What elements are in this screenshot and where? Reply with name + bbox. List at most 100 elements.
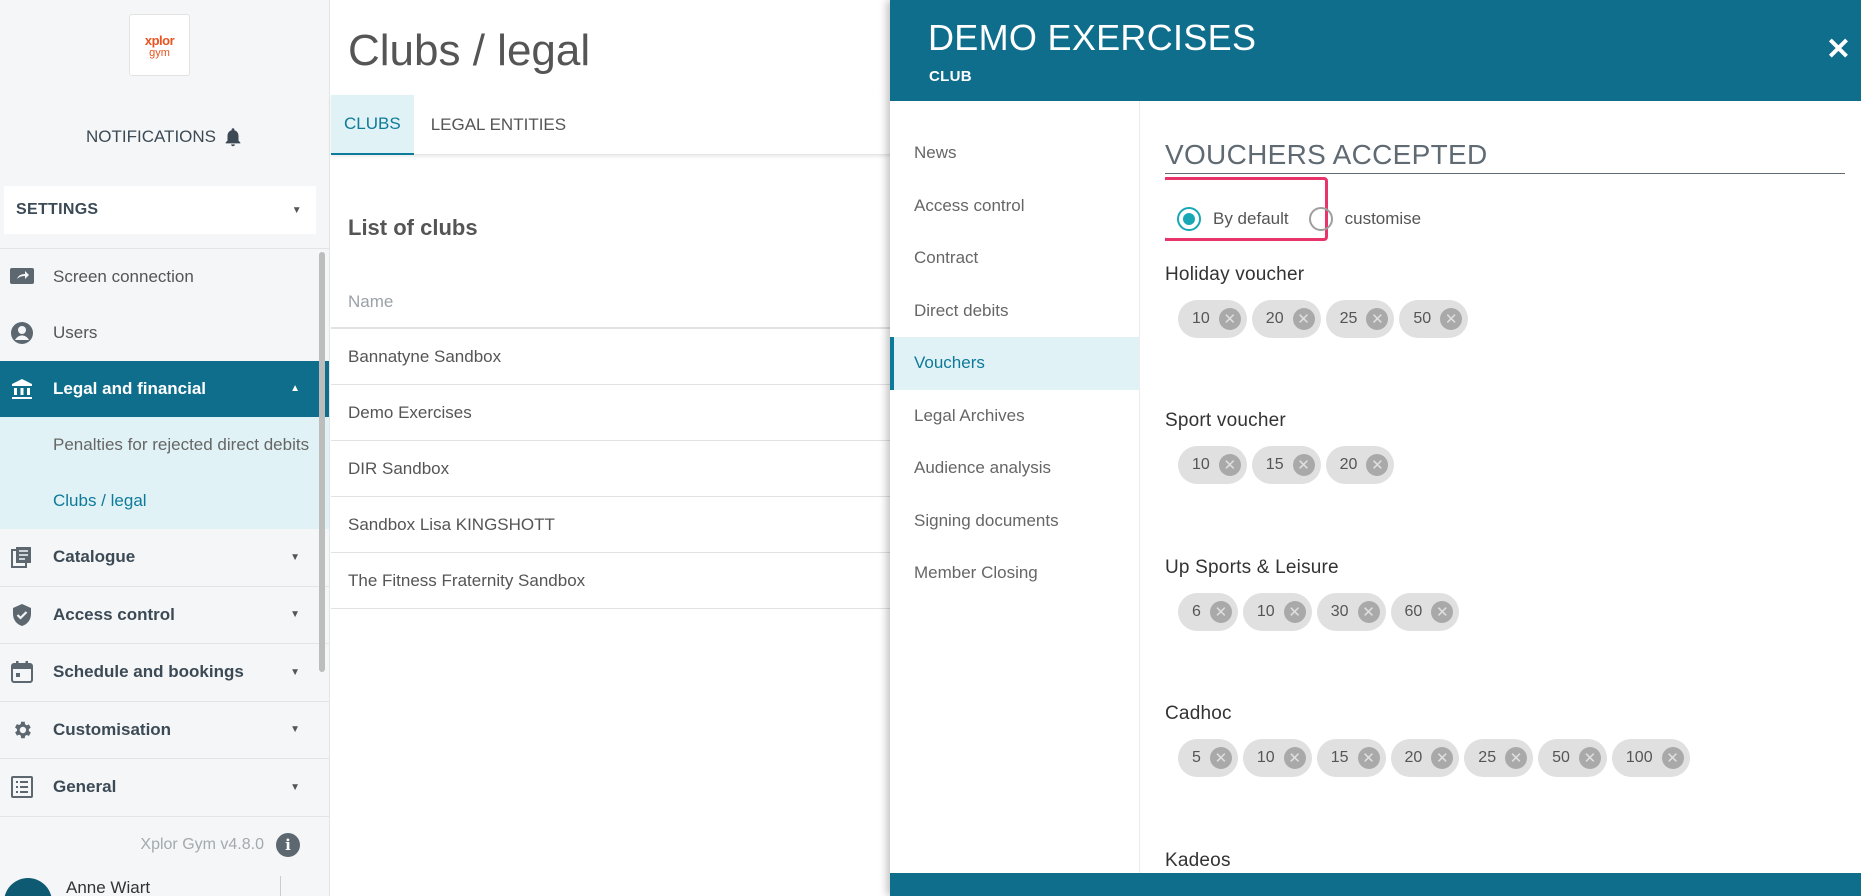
sidebar-scrollbar[interactable] <box>319 252 325 672</box>
divider <box>280 876 281 896</box>
sidebar-item-legal-and-financial[interactable]: Legal and financial ▲ <box>0 361 329 417</box>
info-icon[interactable]: i <box>276 833 300 857</box>
remove-chip-icon[interactable]: ✕ <box>1578 747 1601 769</box>
panel-nav-signing-documents[interactable]: Signing documents <box>890 495 1139 548</box>
chevron-down-icon: ▼ <box>290 781 300 793</box>
sidebar-item-customisation[interactable]: Customisation ▼ <box>0 702 329 759</box>
sidebar-group-label: Schedule and bookings <box>53 662 244 682</box>
sidebar-item-general[interactable]: General ▼ <box>0 759 329 817</box>
remove-chip-icon[interactable]: ✕ <box>1283 747 1306 769</box>
radio-customise[interactable]: customise <box>1308 207 1422 231</box>
voucher-chip: 50 ✕ <box>1399 300 1469 338</box>
table-row[interactable]: DIR Sandbox <box>331 441 891 497</box>
chip-value: 20 <box>1339 456 1358 473</box>
tab-legal-entities[interactable]: LEGAL ENTITIES <box>418 95 579 155</box>
list-title: List of clubs <box>348 215 478 240</box>
remove-chip-icon[interactable]: ✕ <box>1366 454 1389 476</box>
sidebar-nav: Screen connection Users Legal and financ… <box>0 249 329 817</box>
remove-chip-icon[interactable]: ✕ <box>1292 308 1315 330</box>
voucher-chip: 25 ✕ <box>1464 739 1534 777</box>
radio-checked-icon <box>1177 207 1201 231</box>
radio-label: By default <box>1213 209 1289 228</box>
panel-nav-news[interactable]: News <box>890 127 1139 180</box>
settings-dropdown[interactable]: SETTINGS ▼ <box>4 186 316 234</box>
remove-chip-icon[interactable]: ✕ <box>1431 747 1454 769</box>
sidebar-item-label: Users <box>53 322 98 342</box>
xplor-gym-logo[interactable]: xplor gym <box>129 14 190 76</box>
logo-brand: xplor <box>144 33 175 48</box>
remove-chip-icon[interactable]: ✕ <box>1440 308 1463 330</box>
sidebar-subitem-penalties[interactable]: Penalties for rejected direct debits <box>0 417 329 473</box>
remove-chip-icon[interactable]: ✕ <box>1292 454 1315 476</box>
tab-bar: CLUBS LEGAL ENTITIES <box>331 95 891 155</box>
chevron-down-icon: ▼ <box>290 724 300 736</box>
user-profile[interactable]: Anne Wiart <box>0 870 329 896</box>
panel-nav-member-closing[interactable]: Member Closing <box>890 547 1139 600</box>
chip-value: 25 <box>1339 310 1358 327</box>
remove-chip-icon[interactable]: ✕ <box>1218 308 1241 330</box>
sidebar-item-schedule-and-bookings[interactable]: Schedule and bookings ▼ <box>0 644 329 702</box>
list-icon <box>9 774 35 800</box>
sidebar-item-users[interactable]: Users <box>0 305 329 361</box>
panel-nav-access-control[interactable]: Access control <box>890 180 1139 233</box>
remove-chip-icon[interactable]: ✕ <box>1209 601 1232 623</box>
radio-by-default[interactable]: By default <box>1177 207 1289 231</box>
close-icon[interactable]: ✕ <box>1826 32 1851 68</box>
sidebar-group-label: Legal and financial <box>53 378 207 398</box>
chip-value: 10 <box>1192 310 1210 327</box>
remove-chip-icon[interactable]: ✕ <box>1366 308 1389 330</box>
panel-nav-legal-archives[interactable]: Legal Archives <box>890 390 1139 443</box>
remove-chip-icon[interactable]: ✕ <box>1283 601 1306 623</box>
sidebar-group-label: Access control <box>53 604 175 624</box>
user-icon <box>9 320 35 346</box>
panel-nav-audience-analysis[interactable]: Audience analysis <box>890 442 1139 495</box>
column-header-name[interactable]: Name <box>331 277 891 329</box>
table-row[interactable]: The Fitness Fraternity Sandbox <box>331 553 891 609</box>
table-row[interactable]: Bannatyne Sandbox <box>331 329 891 385</box>
sidebar-subitem-clubs-legal[interactable]: Clubs / legal <box>0 473 329 529</box>
vouchers-section: VOUCHERS ACCEPTED By default customise H… <box>1165 101 1855 873</box>
voucher-chip: 6 ✕ <box>1178 593 1238 631</box>
radio-label: customise <box>1344 209 1422 228</box>
notifications-button[interactable]: NOTIFICATIONS <box>0 122 329 152</box>
sidebar-item-screen-connection[interactable]: Screen connection <box>0 249 329 305</box>
tab-clubs[interactable]: CLUBS <box>331 95 414 155</box>
settings-label: SETTINGS <box>16 201 99 218</box>
table-row[interactable]: Sandbox Lisa KINGSHOTT <box>331 497 891 553</box>
voucher-chip: 10 ✕ <box>1178 300 1247 338</box>
voucher-group: Up Sports & Leisure 6 ✕ 10 ✕ 30 ✕ 60 ✕ <box>1165 557 1460 631</box>
sidebar-item-catalogue[interactable]: Catalogue ▼ <box>0 529 329 587</box>
chip-value: 50 <box>1552 749 1570 766</box>
chevron-down-icon: ▼ <box>291 204 302 216</box>
remove-chip-icon[interactable]: ✕ <box>1431 601 1454 623</box>
voucher-chip: 10 ✕ <box>1242 739 1312 777</box>
sidebar-group-label: Customisation <box>53 719 172 739</box>
remove-chip-icon[interactable]: ✕ <box>1357 601 1380 623</box>
chip-value: 15 <box>1330 749 1349 766</box>
sidebar-item-access-control[interactable]: Access control ▼ <box>0 587 329 644</box>
remove-chip-icon[interactable]: ✕ <box>1505 747 1528 769</box>
voucher-chip: 20 ✕ <box>1251 300 1321 338</box>
radio-unchecked-icon <box>1308 207 1333 231</box>
voucher-chip: 15 ✕ <box>1316 739 1386 777</box>
bell-icon <box>225 128 241 147</box>
remove-chip-icon[interactable]: ✕ <box>1357 747 1380 769</box>
sidebar-subnav: Penalties for rejected direct debits Clu… <box>0 417 329 529</box>
panel-nav-direct-debits[interactable]: Direct debits <box>890 285 1139 338</box>
chip-value: 20 <box>1265 310 1284 327</box>
catalogue-icon <box>9 544 35 570</box>
chevron-down-icon: ▼ <box>290 609 300 621</box>
chevron-up-icon: ▲ <box>290 383 300 394</box>
table-row[interactable]: Demo Exercises <box>331 385 891 441</box>
panel-nav-vouchers[interactable]: Vouchers <box>890 337 1139 390</box>
voucher-title: Up Sports & Leisure <box>1165 557 1339 578</box>
remove-chip-icon[interactable]: ✕ <box>1218 454 1241 476</box>
panel-nav-contract[interactable]: Contract <box>890 232 1139 285</box>
voucher-chip: 20 ✕ <box>1390 739 1460 777</box>
chip-value: 5 <box>1192 749 1201 766</box>
screen-share-icon <box>9 264 35 290</box>
remove-chip-icon[interactable]: ✕ <box>1661 747 1684 769</box>
voucher-title: Sport voucher <box>1165 410 1286 431</box>
gear-icon <box>9 717 35 743</box>
remove-chip-icon[interactable]: ✕ <box>1209 747 1232 769</box>
